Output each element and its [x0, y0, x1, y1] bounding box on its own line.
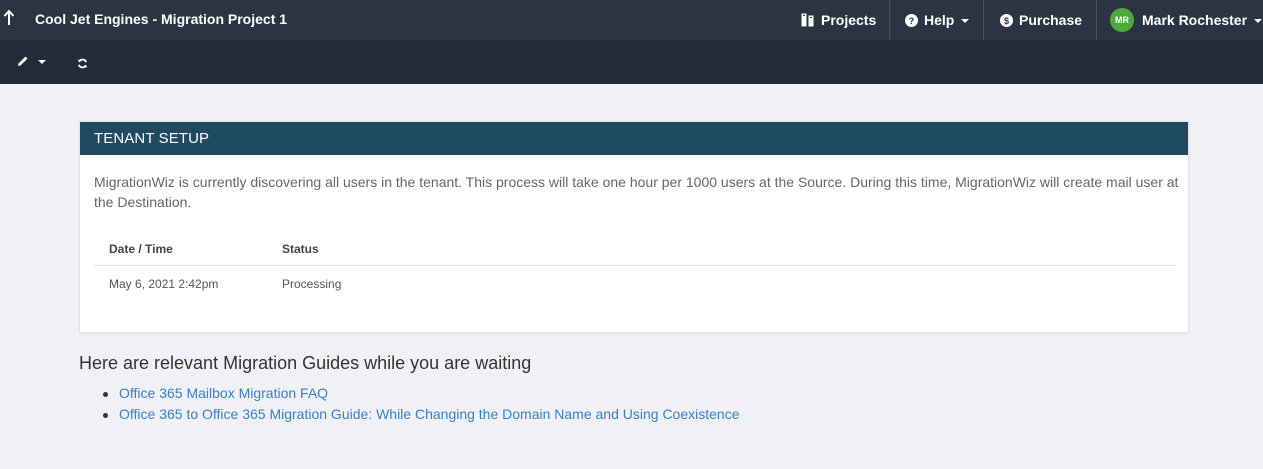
- avatar: MR: [1110, 8, 1134, 32]
- chevron-down-icon: [1254, 19, 1263, 23]
- panel-title: TENANT SETUP: [80, 122, 1188, 155]
- table-row: May 6, 2021 2:42pm Processing: [94, 274, 1175, 294]
- projects-nav-item[interactable]: Projects: [801, 0, 876, 40]
- refresh-button[interactable]: [77, 56, 88, 74]
- cell-datetime: May 6, 2021 2:42pm: [109, 277, 219, 291]
- edit-menu-button[interactable]: [17, 55, 46, 67]
- nav-divider: [889, 0, 890, 40]
- help-icon: ?: [905, 13, 918, 27]
- arrow-up-icon[interactable]: [2, 8, 16, 28]
- table-header: Date / Time Status: [94, 239, 1175, 266]
- svg-text:$: $: [1004, 16, 1009, 26]
- dollar-icon: $: [1000, 13, 1013, 27]
- chevron-down-icon: [38, 60, 46, 64]
- top-navbar: Cool Jet Engines - Migration Project 1 P…: [0, 0, 1263, 40]
- chevron-down-icon: [961, 19, 970, 23]
- pencil-icon: [18, 56, 28, 66]
- tenant-setup-panel: TENANT SETUP MigrationWiz is currently d…: [79, 121, 1189, 333]
- column-header-datetime: Date / Time: [109, 242, 173, 256]
- projects-label: Projects: [821, 12, 877, 28]
- panel-description: MigrationWiz is currently discovering al…: [94, 174, 1179, 210]
- list-item: Office 365 Mailbox Migration FAQ: [100, 385, 739, 406]
- nav-divider: [1096, 0, 1097, 40]
- cell-status: Processing: [282, 277, 342, 291]
- refresh-icon: [77, 58, 88, 69]
- nav-divider: [983, 0, 984, 40]
- project-title[interactable]: Cool Jet Engines - Migration Project 1: [35, 11, 287, 27]
- purchase-label: Purchase: [1019, 12, 1083, 28]
- user-menu[interactable]: MR Mark Rochester: [1110, 0, 1263, 40]
- action-toolbar: [0, 40, 1263, 84]
- list-item: Office 365 to Office 365 Migration Guide…: [100, 406, 739, 427]
- guide-link-faq[interactable]: Office 365 Mailbox Migration FAQ: [119, 385, 328, 401]
- guide-link-o365-migration[interactable]: Office 365 to Office 365 Migration Guide…: [119, 406, 739, 422]
- guides-list: Office 365 Mailbox Migration FAQ Office …: [100, 385, 739, 427]
- purchase-nav-item[interactable]: $ Purchase: [1000, 0, 1082, 40]
- svg-text:?: ?: [909, 16, 915, 26]
- user-name: Mark Rochester: [1142, 12, 1248, 28]
- help-nav-item[interactable]: ? Help: [905, 0, 970, 40]
- projects-icon: [801, 13, 814, 27]
- guides-heading: Here are relevant Migration Guides while…: [79, 353, 532, 373]
- help-label: Help: [924, 12, 955, 28]
- column-header-status: Status: [282, 242, 319, 256]
